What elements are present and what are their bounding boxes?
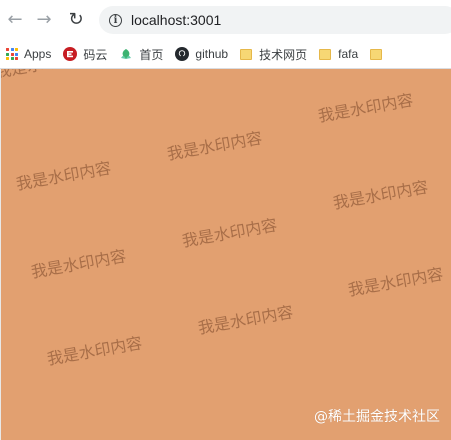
page-content: 我是水印内容 我是水印内容 我是水印内容 我是水印内容 我是水印内容 我是水印内… — [0, 69, 451, 440]
bookmark-tech-pages[interactable]: 技术网页 — [234, 40, 313, 68]
gitee-icon — [63, 47, 78, 61]
bookmark-label: 首页 — [139, 47, 164, 62]
watermark-text: 我是水印内容 — [346, 264, 445, 300]
apps-grid-icon — [6, 48, 18, 60]
watermark-text: 我是水印内容 — [14, 158, 113, 194]
bookmark-apps[interactable]: Apps — [0, 40, 57, 68]
bookmark-label: 技术网页 — [259, 47, 308, 62]
watermark-text: 我是水印内容 — [196, 302, 295, 338]
url-text[interactable]: localhost:3001 — [131, 12, 221, 28]
folder-icon — [370, 48, 383, 60]
bookmarks-bar: Apps 码云 首页 github 技术网页 fafa — [0, 40, 451, 69]
bookmark-label: fafa — [338, 47, 359, 61]
bookmark-more[interactable] — [364, 40, 395, 68]
bookmark-label: github — [195, 47, 229, 61]
address-bar[interactable]: i localhost:3001 — [99, 6, 451, 34]
browser-toolbar: ← → ↻ i localhost:3001 — [0, 0, 451, 40]
folder-icon — [319, 48, 332, 60]
github-icon — [175, 47, 190, 61]
watermark-text: 我是水印内容 — [29, 246, 128, 282]
site-credit: @稀土掘金技术社区 — [314, 409, 440, 425]
forward-arrow-icon[interactable]: → — [32, 8, 56, 32]
bookmark-home[interactable]: 首页 — [113, 40, 169, 68]
bookmark-label: Apps — [24, 47, 52, 61]
watermark-text: 我是水印内容 — [45, 333, 144, 369]
bookmark-gitee[interactable]: 码云 — [57, 40, 113, 68]
watermark-text: 我是水印内容 — [331, 177, 430, 213]
info-icon[interactable]: i — [109, 13, 122, 27]
folder-icon — [240, 48, 253, 60]
watermark-text: 我是水印内容 — [180, 215, 279, 251]
bookmark-fafa[interactable]: fafa — [313, 40, 364, 68]
reload-icon[interactable]: ↻ — [64, 8, 88, 32]
watermark-text: 我是水印内容 — [1, 69, 92, 83]
watermark-text: 我是水印内容 — [165, 128, 264, 164]
bookmark-github[interactable]: github — [169, 40, 234, 68]
watermark-text: 我是水印内容 — [316, 90, 415, 126]
leaf-icon — [121, 49, 132, 59]
back-arrow-icon[interactable]: ← — [3, 8, 27, 32]
bookmark-label: 码云 — [83, 47, 108, 62]
